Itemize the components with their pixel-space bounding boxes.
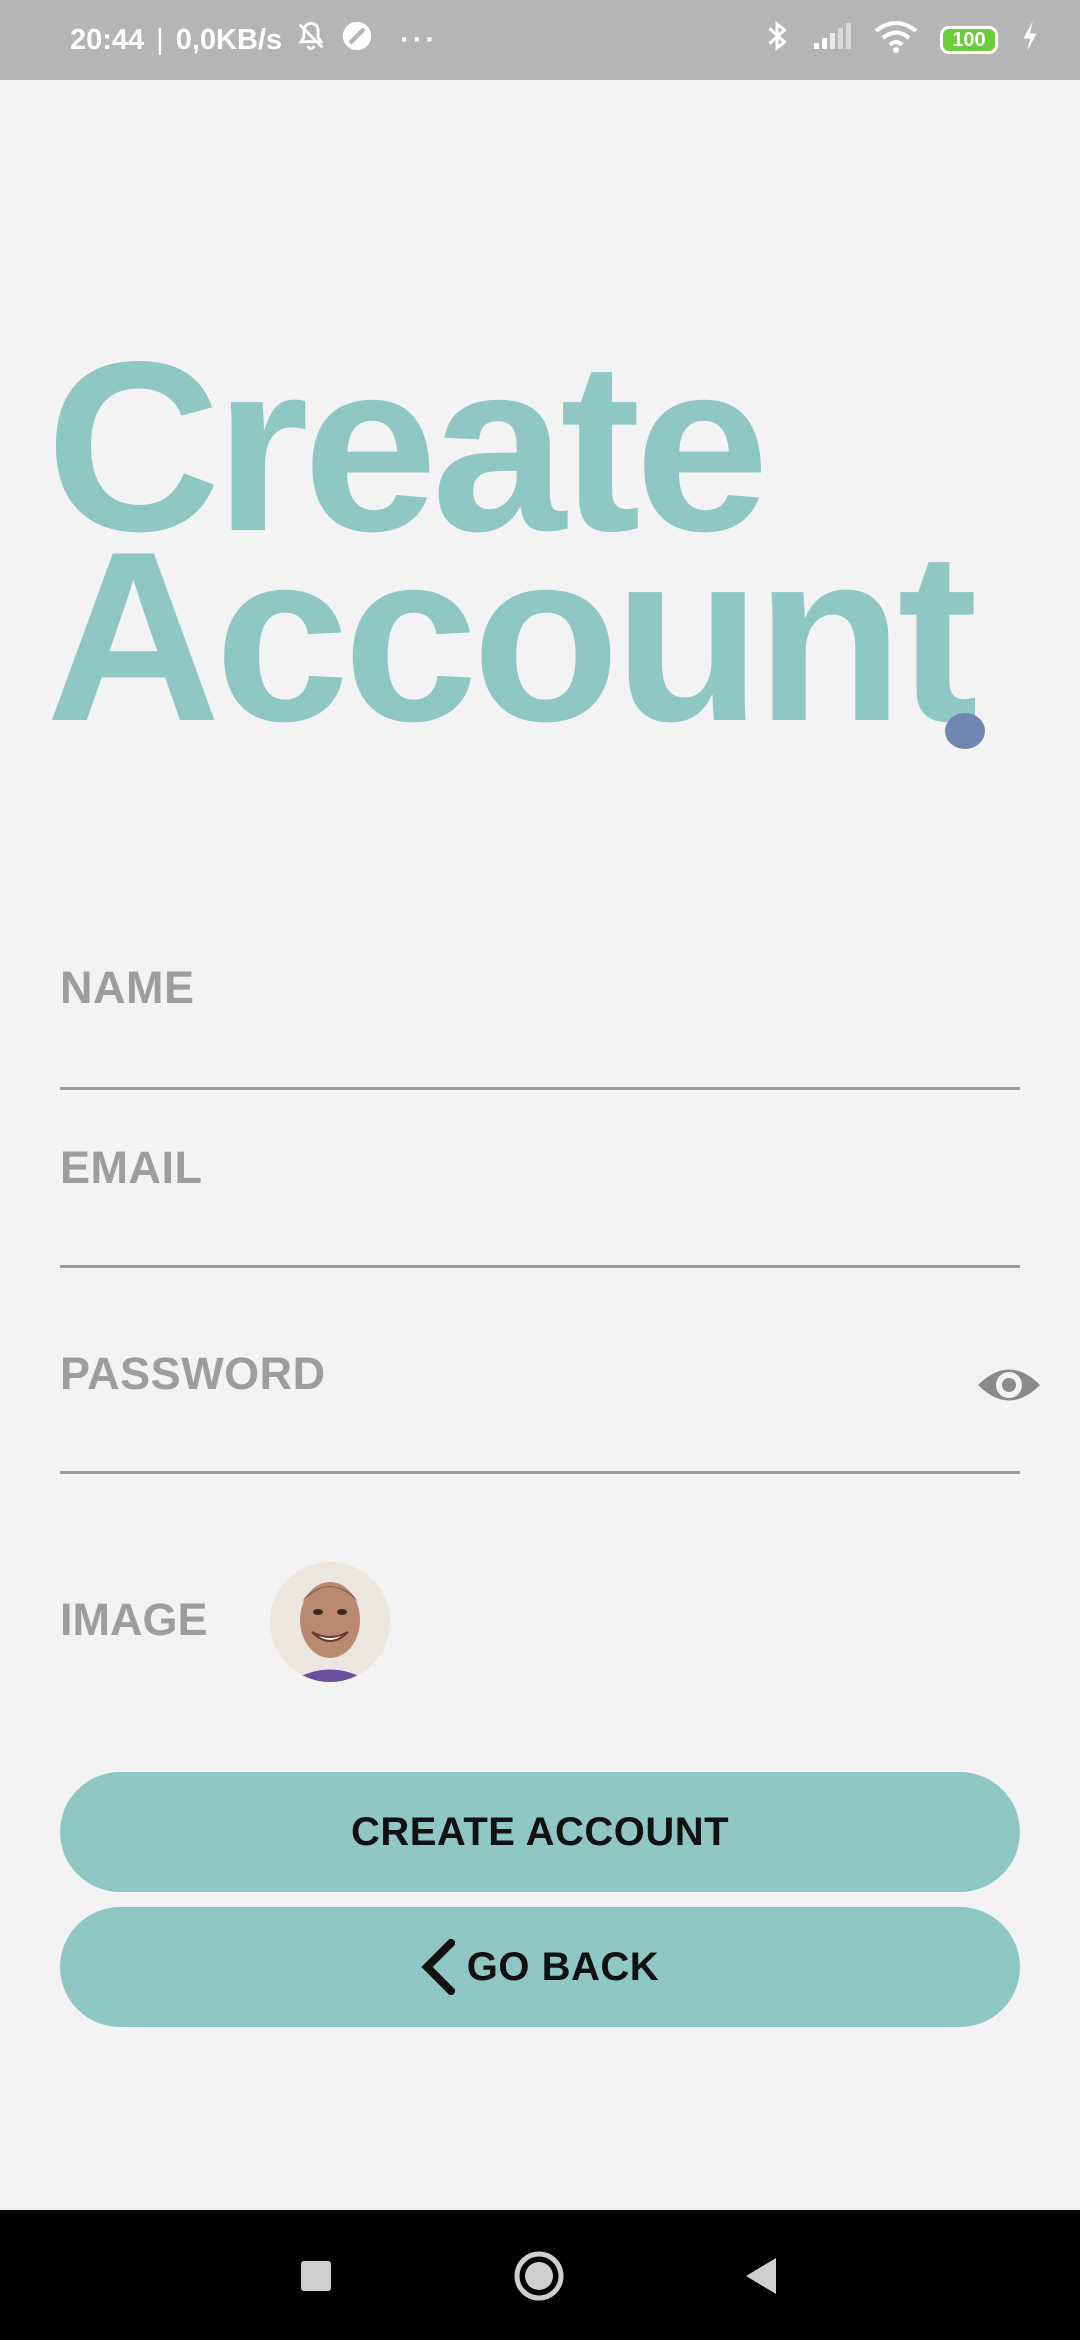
go-back-button[interactable]: GO BACK xyxy=(60,1907,1020,2027)
eye-icon[interactable] xyxy=(976,1360,1042,1410)
email-label: EMAIL xyxy=(60,1142,203,1193)
page-title: Create Account xyxy=(46,326,978,772)
name-label: NAME xyxy=(60,962,195,1013)
image-label: IMAGE xyxy=(60,1594,208,1645)
wifi-icon xyxy=(874,19,918,61)
password-label: PASSWORD xyxy=(60,1348,326,1399)
create-account-label: CREATE ACCOUNT xyxy=(350,1809,730,1854)
go-back-label: GO BACK xyxy=(466,1944,660,1989)
more-icon: ··· xyxy=(400,23,439,56)
status-separator: | xyxy=(156,23,164,56)
status-right: 100 xyxy=(764,18,1040,62)
email-field[interactable]: EMAIL xyxy=(60,1140,1020,1268)
status-bar: 20:44 | 0,0KB/s ··· 100 xyxy=(0,0,1080,80)
bell-off-icon xyxy=(294,19,328,61)
signal-icon xyxy=(812,21,852,59)
charging-icon xyxy=(1020,20,1040,60)
dnd-icon xyxy=(340,19,374,61)
home-icon[interactable] xyxy=(513,2250,565,2307)
avatar[interactable] xyxy=(270,1562,390,1682)
status-time: 20:44 xyxy=(70,23,145,56)
create-account-button[interactable]: CREATE ACCOUNT xyxy=(60,1772,1020,1892)
status-left: 20:44 | 0,0KB/s ··· xyxy=(70,19,438,61)
password-field[interactable]: PASSWORD xyxy=(60,1346,1020,1474)
recents-icon[interactable] xyxy=(300,2260,332,2297)
battery-icon: 100 xyxy=(940,26,998,54)
page-title-line-2: Account xyxy=(46,502,978,772)
system-nav-bar xyxy=(0,2210,1080,2340)
name-field[interactable]: NAME xyxy=(60,960,1020,1090)
bluetooth-icon xyxy=(764,18,790,62)
chevron-left-icon xyxy=(421,1939,455,1995)
status-network-speed: 0,0KB/s xyxy=(175,23,283,56)
title-accent-dot xyxy=(945,713,985,749)
back-icon[interactable] xyxy=(742,2256,778,2301)
